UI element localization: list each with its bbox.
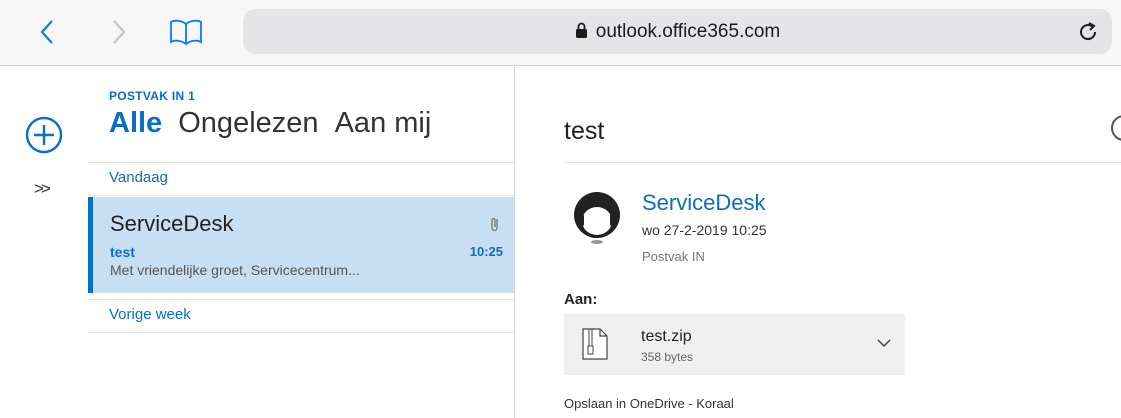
group-header-last-week[interactable]: Vorige week — [88, 299, 515, 333]
message-row[interactable]: ServiceDesk test 10:25 Met vriendelijke … — [88, 197, 515, 293]
filter-pivots: Alle Ongelezen Aan mij — [109, 107, 439, 140]
folder-name: Postvak IN — [642, 249, 705, 264]
group-header-today[interactable]: Vandaag — [88, 162, 515, 196]
sent-date: wo 27-2-2019 10:25 — [642, 222, 767, 238]
left-rail: >> — [0, 67, 88, 418]
bookmarks-button[interactable] — [166, 14, 206, 50]
sender-name-link[interactable]: ServiceDesk — [642, 190, 765, 216]
zip-file-icon — [582, 328, 608, 360]
message-subject: test — [110, 244, 135, 260]
back-button[interactable] — [32, 14, 62, 50]
url-text: outlook.office365.com — [595, 21, 781, 42]
avatar-icon — [574, 192, 620, 244]
message-preview: Met vriendelijke groet, Servicecentrum..… — [110, 262, 360, 278]
expand-rail-button[interactable]: >> — [34, 179, 51, 199]
browser-toolbar: outlook.office365.com — [0, 0, 1121, 66]
paperclip-icon — [491, 217, 498, 232]
lock-icon — [575, 22, 587, 38]
attachment-size: 358 bytes — [641, 350, 694, 364]
message-sender: ServiceDesk — [110, 211, 234, 236]
message-list: POSTVAK IN 1 Alle Ongelezen Aan mij Vand… — [88, 67, 515, 418]
folder-label: POSTVAK IN 1 — [109, 89, 196, 103]
reload-icon[interactable] — [1076, 20, 1100, 44]
message-time: 10:25 — [469, 244, 503, 259]
url-field: outlook.office365.com — [243, 21, 1112, 43]
pivot-to-me[interactable]: Aan mij — [335, 107, 432, 140]
compose-plus-icon[interactable] — [24, 115, 64, 155]
forward-button[interactable] — [104, 14, 134, 50]
pivot-unread[interactable]: Ongelezen — [178, 107, 318, 140]
address-bar[interactable]: outlook.office365.com — [243, 9, 1112, 54]
chevron-left-icon — [40, 20, 53, 44]
reading-pane: test ServiceDesk wo 27-2-2019 10:25 Post… — [515, 67, 1121, 418]
pivot-all[interactable]: Alle — [109, 107, 162, 140]
reading-subject: test — [564, 117, 605, 145]
attachment-card[interactable]: test.zip 358 bytes — [564, 314, 905, 375]
chevron-right-icon — [113, 20, 126, 44]
book-icon — [170, 19, 202, 45]
to-label: Aan: — [564, 291, 598, 308]
separator — [564, 162, 1121, 163]
circle-button-icon[interactable] — [1111, 115, 1121, 141]
save-to-onedrive-link[interactable]: Opslaan in OneDrive - Koraal — [564, 396, 734, 411]
attachment-name: test.zip — [641, 328, 692, 345]
chevron-down-icon[interactable] — [877, 338, 891, 348]
